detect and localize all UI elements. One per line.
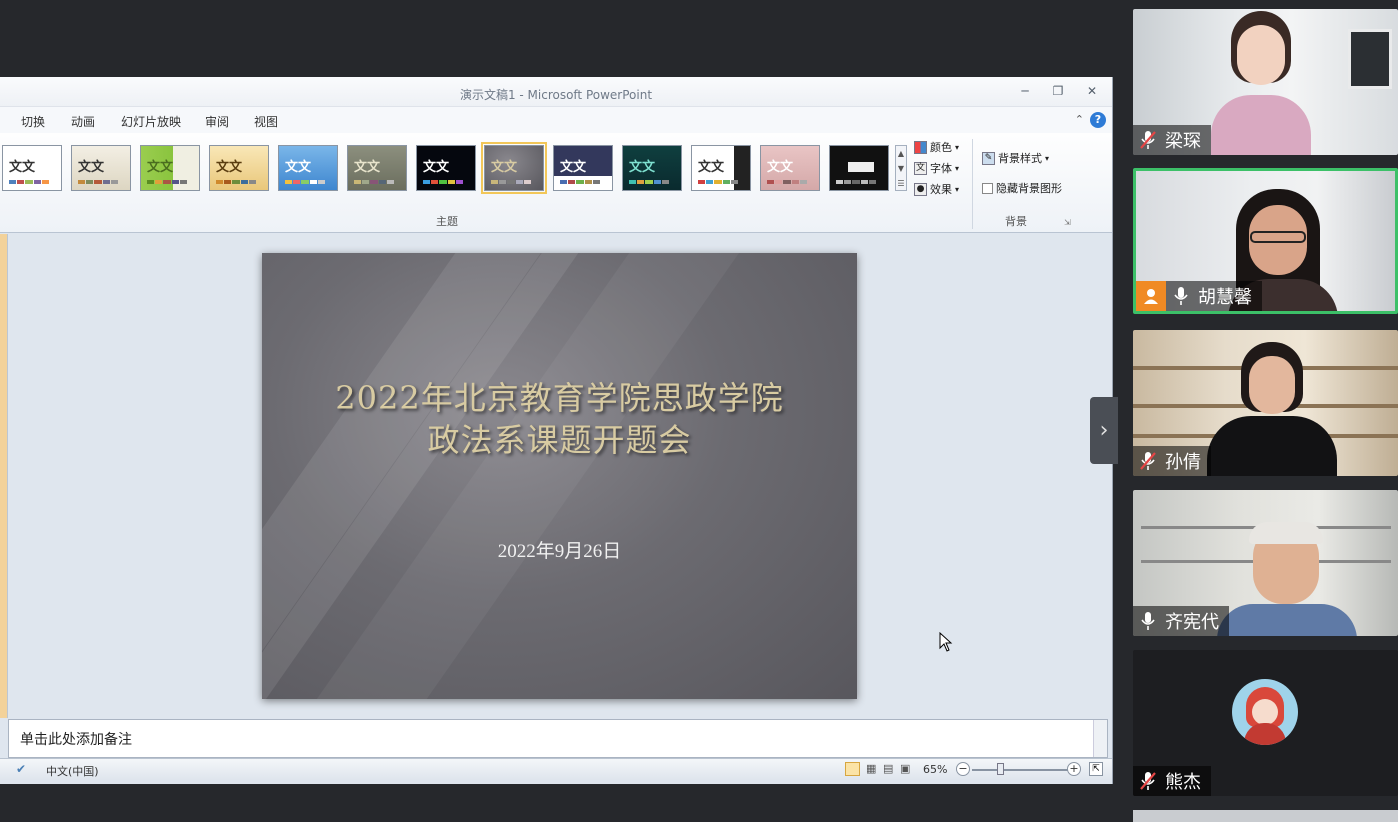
group-separator: [972, 139, 973, 229]
participant-video-4: [1217, 520, 1367, 636]
slide-editor[interactable]: 2022年北京教育学院思政学院 政法系课题开题会 2022年9月26日: [0, 234, 1110, 718]
participant-tile-4[interactable]: 齐宪代: [1133, 490, 1398, 636]
participant-name: 胡慧馨: [1198, 287, 1252, 308]
participant-name: 孙倩: [1165, 452, 1201, 473]
theme-office[interactable]: 文文: [2, 145, 62, 191]
close-icon[interactable]: ✕: [1081, 83, 1103, 99]
zoom-slider[interactable]: [972, 769, 1068, 771]
hide-background-checkbox[interactable]: 隐藏背景图形: [982, 180, 1062, 196]
zoom-level[interactable]: 65%: [923, 763, 947, 776]
ribbon-design: 文文 文文 文文 文文 文文 文文 文文 文文 文文 文文 文文 文文 ▲ ▼ …: [0, 133, 1112, 233]
tile-1-window: [1348, 29, 1392, 89]
participant-namebar: 孙倩: [1133, 446, 1211, 476]
language-indicator[interactable]: 中文(中国): [46, 763, 99, 779]
effects-button[interactable]: ● 效果 ▾: [914, 181, 959, 197]
participant-tile-2[interactable]: 胡慧馨: [1133, 168, 1398, 314]
notes-scrollbar[interactable]: [1093, 720, 1107, 757]
participant-name: 梁琛: [1165, 131, 1201, 152]
tab-transitions[interactable]: 切换: [21, 113, 45, 130]
mic-muted-icon: [1140, 452, 1156, 470]
shared-screen-powerpoint[interactable]: 演示文稿1 - Microsoft PowerPoint ─ ❐ ✕ 切换 动画…: [0, 77, 1113, 784]
notes-pane[interactable]: 单击此处添加备注: [8, 719, 1108, 758]
themes-group-label: 主题: [436, 215, 458, 228]
mouse-cursor-icon: [939, 632, 953, 652]
theme-12[interactable]: 文文: [760, 145, 820, 191]
notes-placeholder: 单击此处添加备注: [20, 732, 132, 748]
fonts-icon: 文: [914, 161, 927, 175]
host-badge: [1136, 281, 1166, 311]
theme-11[interactable]: 文文: [691, 145, 751, 191]
theme-3[interactable]: 文文: [140, 145, 200, 191]
theme-4[interactable]: 文文: [209, 145, 269, 191]
participant-name: 熊杰: [1165, 772, 1201, 793]
tab-slideshow[interactable]: 幻灯片放映: [121, 113, 181, 130]
participant-namebar: 梁琛: [1133, 125, 1211, 155]
participant-namebar: 齐宪代: [1133, 606, 1229, 636]
slide-subtitle-date[interactable]: 2022年9月26日: [262, 536, 857, 563]
colors-icon: [914, 140, 927, 154]
slides-pane[interactable]: [0, 234, 8, 718]
theme-7[interactable]: 文文: [416, 145, 476, 191]
participant-tile-5[interactable]: 熊杰: [1133, 650, 1398, 796]
theme-current[interactable]: 文文: [481, 142, 547, 194]
meeting-window: 演示文稿1 - Microsoft PowerPoint ─ ❐ ✕ 切换 动画…: [0, 0, 1398, 822]
theme-5[interactable]: 文文: [278, 145, 338, 191]
mic-muted-icon: [1140, 772, 1156, 790]
dialog-launcher-icon[interactable]: ⇲: [1064, 218, 1071, 227]
theme-13-highlight: [848, 162, 874, 172]
participant-name: 齐宪代: [1165, 612, 1219, 633]
participant-video-1: [1201, 9, 1321, 155]
participant-namebar: 胡慧馨: [1166, 281, 1262, 311]
mic-on-icon: [1174, 287, 1188, 305]
mic-muted-icon: [1140, 131, 1156, 149]
slide-title-line2: 政法系课题开题会: [427, 421, 692, 459]
participant-video-3: [1193, 336, 1343, 476]
window-title: 演示文稿1 - Microsoft PowerPoint: [459, 88, 653, 102]
background-group-label: 背景: [1005, 215, 1027, 228]
reading-view-icon[interactable]: ▤: [883, 762, 893, 775]
status-bar: ✔ 中文(中国) ▦ ▤ ▣ 65% − + ⇱: [0, 758, 1112, 780]
title-bar: 演示文稿1 - Microsoft PowerPoint ─ ❐ ✕: [0, 77, 1112, 107]
theme-13[interactable]: [829, 145, 889, 191]
theme-gallery-scroll[interactable]: ▲ ▼ ☰: [895, 145, 907, 191]
tab-animations[interactable]: 动画: [71, 113, 95, 130]
checkbox-box: [982, 182, 993, 194]
colors-button[interactable]: 颜色 ▾: [914, 139, 959, 155]
theme-2[interactable]: 文文: [71, 145, 131, 191]
slide-title-line1: 2022年北京教育学院思政学院: [335, 379, 784, 417]
collapse-panel-button[interactable]: ›: [1090, 397, 1118, 464]
tab-review[interactable]: 审阅: [205, 113, 229, 130]
fonts-button[interactable]: 文字体 ▾: [914, 160, 959, 176]
collapse-ribbon-icon[interactable]: ⌃: [1075, 113, 1084, 126]
background-styles-icon: ✎: [982, 151, 995, 165]
slide-title[interactable]: 2022年北京教育学院思政学院 政法系课题开题会: [262, 377, 857, 461]
zoom-in-icon[interactable]: +: [1067, 762, 1081, 776]
minimize-icon[interactable]: ─: [1014, 83, 1036, 99]
slide-sorter-icon[interactable]: ▦: [866, 762, 876, 775]
mic-on-icon: [1141, 612, 1155, 630]
background-styles-button[interactable]: ✎ 背景样式 ▾: [982, 150, 1049, 166]
theme-6[interactable]: 文文: [347, 145, 407, 191]
participant-tile-3[interactable]: 孙倩: [1133, 330, 1398, 476]
effects-icon: ●: [914, 182, 927, 196]
theme-10[interactable]: 文文: [622, 145, 682, 191]
help-icon[interactable]: ?: [1090, 112, 1106, 128]
slideshow-icon[interactable]: ▣: [900, 762, 910, 775]
host-person-icon: [1144, 289, 1158, 304]
zoom-slider-thumb[interactable]: [997, 763, 1004, 775]
participant-tile-1[interactable]: 梁琛: [1133, 9, 1398, 155]
normal-view-icon[interactable]: [845, 762, 860, 776]
zoom-out-icon[interactable]: −: [956, 762, 970, 776]
participant-avatar: [1232, 679, 1298, 745]
participant-namebar: 熊杰: [1133, 766, 1211, 796]
fit-to-window-icon[interactable]: ⇱: [1089, 762, 1103, 776]
theme-9[interactable]: 文文: [553, 145, 613, 191]
tab-view[interactable]: 视图: [254, 113, 278, 130]
restore-icon[interactable]: ❐: [1047, 83, 1069, 99]
spellcheck-icon[interactable]: ✔: [16, 762, 26, 776]
ribbon-tabs: 切换 动画 幻灯片放映 审阅 视图 ⌃ ?: [0, 107, 1112, 133]
participant-tile-6-partial[interactable]: [1133, 810, 1398, 822]
slide-canvas[interactable]: 2022年北京教育学院思政学院 政法系课题开题会 2022年9月26日: [262, 253, 857, 699]
